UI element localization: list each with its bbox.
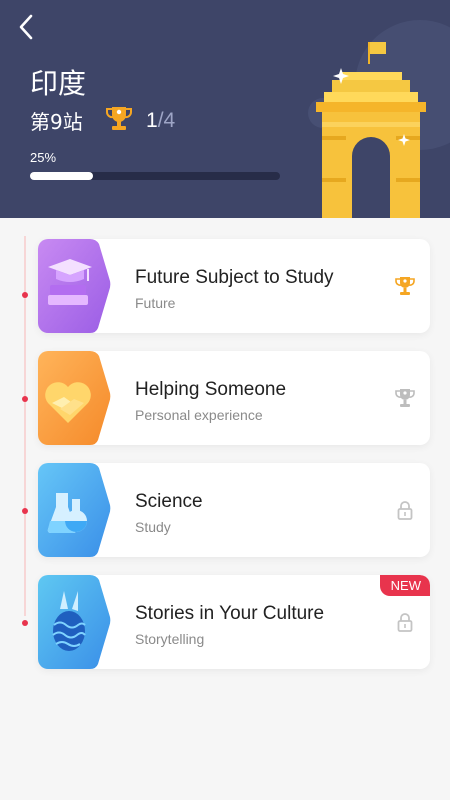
new-badge: NEW — [379, 575, 430, 596]
lesson-title: Helping Someone — [135, 379, 287, 400]
handshake-icon — [38, 351, 111, 445]
timeline-dot — [22, 292, 28, 298]
easter-egg-icon — [38, 575, 111, 669]
graduation-cap-icon — [38, 239, 111, 333]
completion-count: 1/4 — [146, 109, 175, 133]
lesson-subtitle: Personal experience — [135, 407, 263, 423]
back-arrow-icon[interactable] — [12, 10, 42, 44]
trophy-icon — [106, 107, 132, 130]
lesson-subtitle: Storytelling — [135, 631, 205, 647]
header: 印度 第9站 1/4 25% — [0, 0, 450, 218]
timeline-dot — [22, 396, 28, 402]
lesson-card-future-subject[interactable]: Future Subject to Study Future — [38, 239, 430, 333]
lesson-title: Future Subject to Study — [135, 267, 334, 288]
lesson-title: Science — [135, 491, 203, 512]
progress-bar — [30, 172, 280, 180]
station-label: 第9站 — [30, 110, 83, 134]
lesson-title: Stories in Your Culture — [135, 603, 325, 624]
lesson-subtitle: Study — [135, 519, 171, 535]
lock-icon — [397, 613, 413, 632]
timeline-dot — [22, 620, 28, 626]
lock-icon — [397, 501, 413, 520]
lesson-subtitle: Future — [135, 295, 176, 311]
progress-percent: 25% — [30, 150, 57, 165]
lesson-card-stories-culture[interactable]: Stories in Your Culture Storytelling NEW — [38, 575, 430, 669]
india-gate-illustration — [316, 42, 426, 218]
timeline-dot — [22, 508, 28, 514]
total-count: /4 — [157, 109, 176, 132]
progress-bar-fill — [30, 172, 93, 180]
completed-count: 1 — [146, 109, 158, 132]
silver-trophy-icon — [395, 389, 415, 407]
flask-icon — [38, 463, 111, 557]
lesson-card-science[interactable]: Science Study — [38, 463, 430, 557]
gold-trophy-icon — [395, 277, 415, 295]
lesson-card-helping-someone[interactable]: Helping Someone Personal experience — [38, 351, 430, 445]
page-title: 印度 — [30, 67, 87, 100]
